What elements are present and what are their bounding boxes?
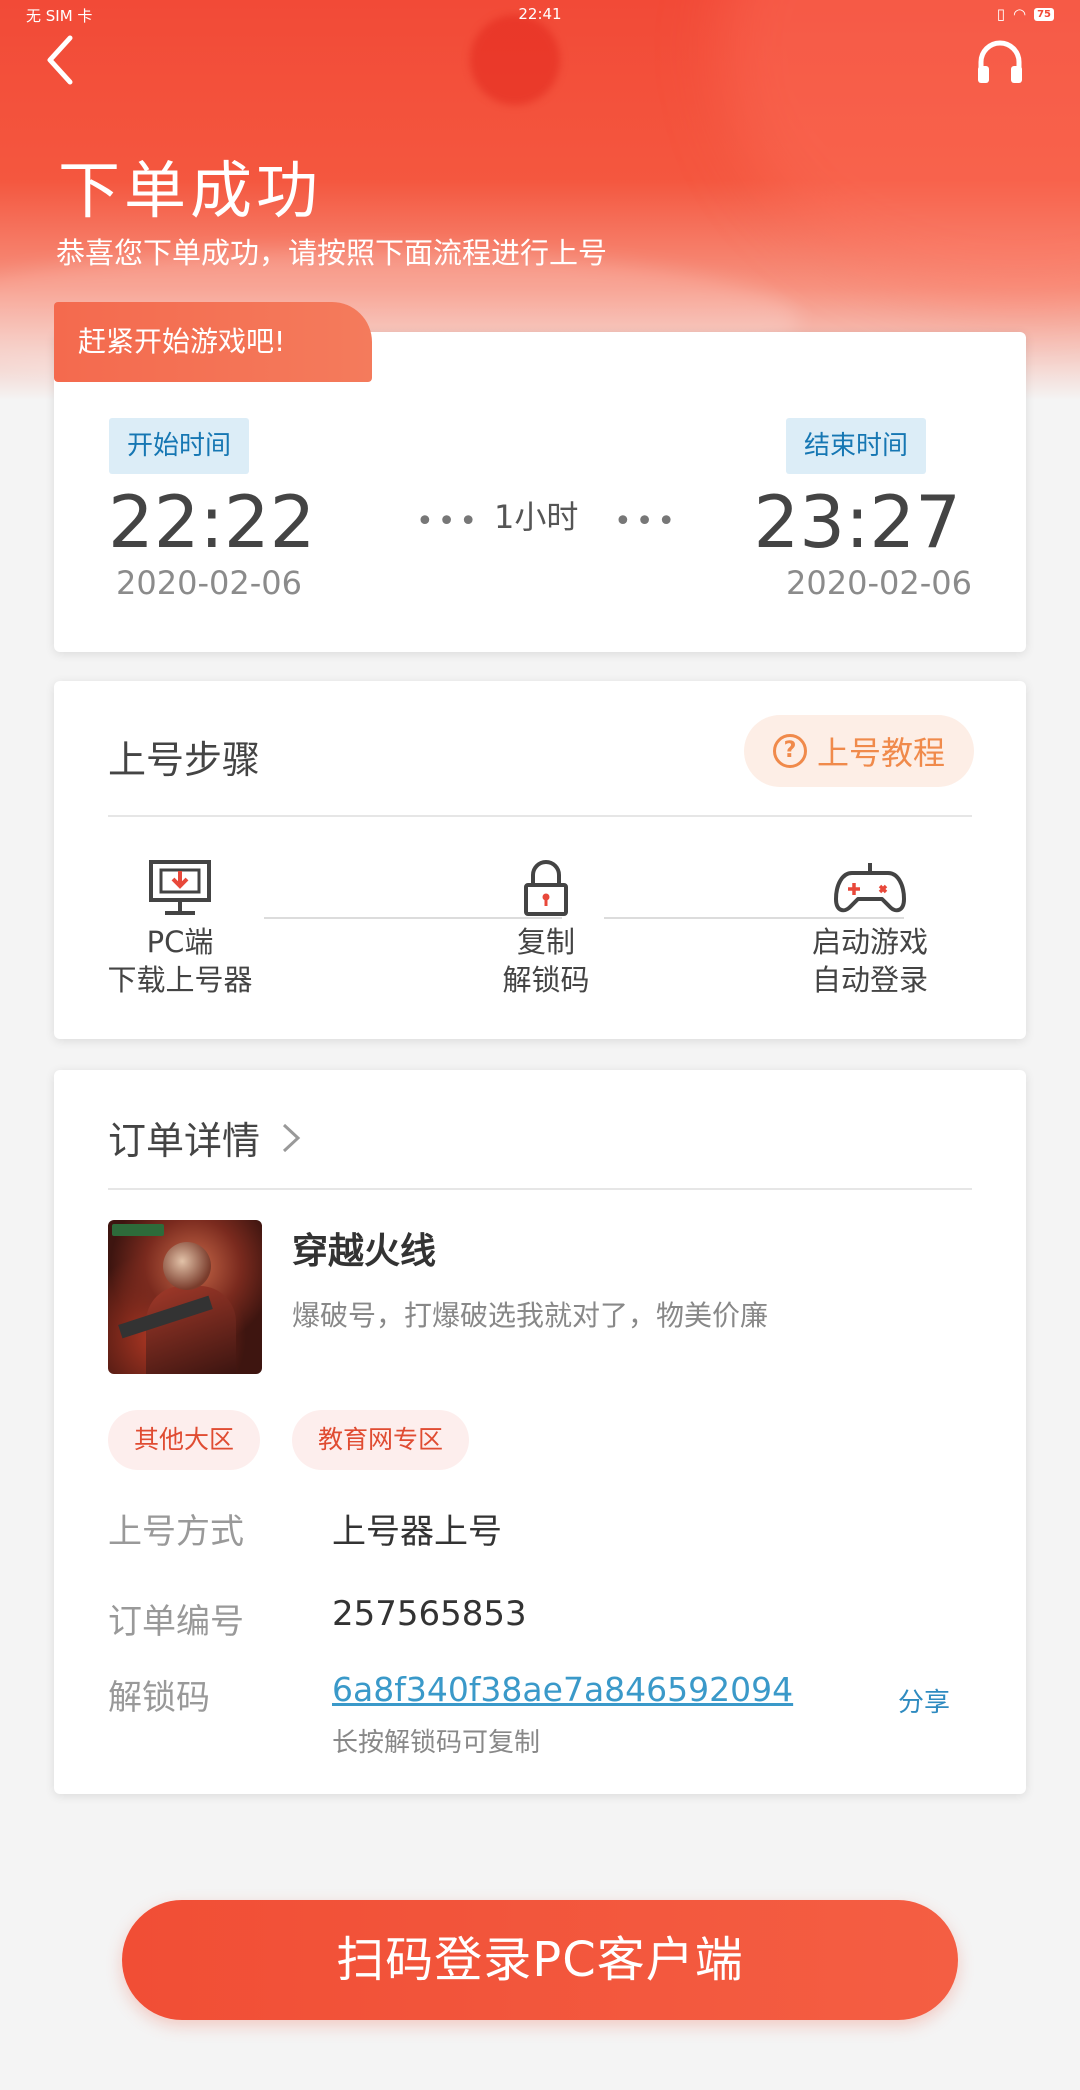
gamepad-icon bbox=[834, 863, 906, 913]
login-method-value: 上号器上号 bbox=[332, 1512, 502, 1552]
wifi-icon: ◠ bbox=[1012, 5, 1027, 23]
header-decoration bbox=[720, 0, 1080, 300]
headset-icon bbox=[978, 40, 1022, 83]
tutorial-label: 上号教程 bbox=[816, 734, 945, 772]
unlock-code-link[interactable]: 6a8f340f38ae7a846592094 bbox=[332, 1670, 793, 1709]
lock-icon bbox=[524, 860, 568, 916]
page-subtitle: 恭喜您下单成功，请按照下面流程进行上号 bbox=[56, 236, 608, 270]
game-logo bbox=[112, 1224, 164, 1236]
step-label-line1: 启动游戏 bbox=[811, 925, 928, 959]
time-card: 赶紧开始游戏吧! 开始时间 22:22 2020-02-06 ••• 1小时 •… bbox=[54, 302, 1026, 652]
step-start-game: 启动游戏 自动登录 bbox=[780, 859, 960, 999]
share-button[interactable]: 分享 bbox=[898, 1682, 950, 1719]
end-time-label: 结束时间 bbox=[785, 418, 926, 474]
step-download: PC端 下载上号器 bbox=[90, 859, 270, 999]
start-date: 2020-02-06 bbox=[116, 564, 302, 602]
battery-icon: 75 bbox=[1034, 7, 1054, 21]
monitor-download-icon bbox=[149, 860, 211, 915]
order-detail-title: 订单详情 bbox=[108, 1119, 261, 1163]
scan-login-pc-button[interactable]: 扫码登录PC客户端 bbox=[122, 1900, 958, 2020]
step-label-line1: PC端 bbox=[146, 925, 214, 959]
page-title: 下单成功 bbox=[58, 154, 323, 227]
order-detail-card: 订单详情 穿越火线 爆破号，打爆破选我就对了，物美价廉 其他大区 教育网专区 上… bbox=[54, 1070, 1026, 1794]
game-name: 穿越火线 bbox=[292, 1231, 437, 1272]
rental-duration: 1小时 bbox=[494, 498, 579, 536]
status-time: 22:41 bbox=[518, 5, 562, 23]
step-copy-code: 复制 解锁码 bbox=[456, 859, 636, 999]
dots-separator: ••• bbox=[614, 504, 680, 539]
unlock-code-hint: 长按解锁码可复制 bbox=[332, 1728, 541, 1758]
header-decoration-circle bbox=[470, 15, 560, 105]
chevron-right-icon bbox=[282, 1123, 301, 1152]
end-time: 23:27 bbox=[753, 480, 962, 564]
end-date: 2020-02-06 bbox=[786, 564, 972, 602]
question-icon: ? bbox=[772, 734, 807, 768]
order-number-label: 订单编号 bbox=[108, 1602, 244, 1642]
customer-service-button[interactable] bbox=[975, 38, 1025, 88]
status-bar: 无 SIM 卡 22:41 ▯ ◠ 75 bbox=[0, 0, 1080, 28]
orientation-lock-icon: ▯ bbox=[996, 5, 1005, 23]
region-tag: 其他大区 bbox=[108, 1410, 261, 1470]
dots-separator: ••• bbox=[416, 504, 482, 539]
chevron-left-icon bbox=[47, 35, 73, 85]
start-time-label: 开始时间 bbox=[109, 418, 250, 474]
start-time: 22:22 bbox=[108, 480, 316, 564]
game-thumbnail bbox=[108, 1220, 262, 1374]
step-label-line1: 复制 bbox=[516, 925, 575, 959]
divider bbox=[108, 1188, 972, 1190]
step-label-line2: 解锁码 bbox=[502, 963, 590, 997]
login-steps-card: 上号步骤 ? 上号教程 PC端 下载上号器 复制 解锁码 启动游戏 自动登录 bbox=[54, 681, 1026, 1039]
back-button[interactable] bbox=[40, 30, 80, 90]
game-description: 爆破号，打爆破选我就对了，物美价廉 bbox=[292, 1299, 769, 1332]
zone-tag: 教育网专区 bbox=[292, 1410, 470, 1470]
step-label-line2: 下载上号器 bbox=[107, 963, 253, 997]
start-game-ribbon: 赶紧开始游戏吧! bbox=[54, 302, 372, 382]
status-icons: ▯ ◠ 75 bbox=[997, 5, 1054, 23]
login-method-label: 上号方式 bbox=[108, 1512, 244, 1552]
order-number-value: 257565853 bbox=[332, 1594, 527, 1634]
tutorial-button[interactable]: ? 上号教程 bbox=[744, 715, 974, 787]
unlock-code-label: 解锁码 bbox=[108, 1678, 210, 1718]
order-detail-header[interactable]: 订单详情 bbox=[108, 1110, 302, 1165]
steps-title: 上号步骤 bbox=[108, 738, 261, 782]
divider bbox=[108, 815, 972, 817]
step-label-line2: 自动登录 bbox=[811, 963, 928, 997]
